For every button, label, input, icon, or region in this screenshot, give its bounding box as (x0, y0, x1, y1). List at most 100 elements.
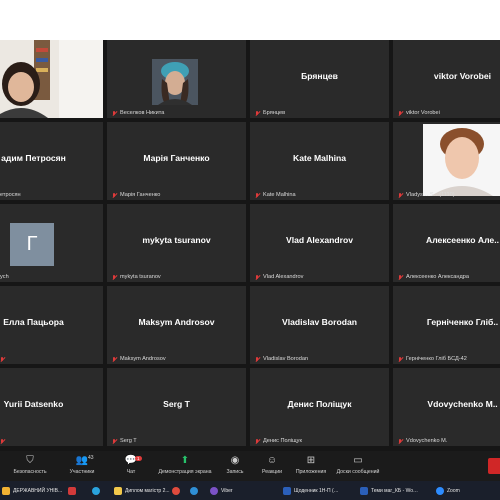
participant-name-label: Serg T (112, 438, 137, 444)
participant-name-label: Денис Поліщук (255, 438, 302, 444)
participants-label: Участники (69, 469, 95, 475)
participant-name-label: Герніченко Гліб БСД-42 (398, 356, 467, 362)
participant-tile[interactable]: Vdovychenko M.. Vdovychenko M. (393, 368, 500, 446)
mic-muted-icon (398, 274, 403, 280)
participant-tile[interactable]: Vlad Alexandrov Vlad Alexandrov (250, 204, 389, 282)
participant-tile[interactable] (0, 40, 103, 118)
participant-name-label: ych (0, 274, 9, 280)
taskbar-item[interactable] (190, 484, 201, 497)
taskbar-item[interactable]: Диплом магістр 2... (114, 484, 170, 497)
shield-icon: ⛉ (26, 455, 34, 466)
mic-muted-icon (255, 274, 260, 280)
participant-name-label: Vlad Alexandrov (255, 274, 303, 280)
participant-video (152, 59, 198, 105)
edge-icon (190, 486, 198, 495)
participant-tile[interactable]: Serg T Serg T (107, 368, 246, 446)
participant-avatar: Г (10, 223, 54, 266)
apps-label: Приложения (295, 469, 327, 475)
participant-display-name: Герніченко Гліб.. (426, 317, 499, 327)
taskbar-item-label: Viber (221, 487, 233, 494)
taskbar-item[interactable] (68, 484, 79, 497)
mic-muted-icon (398, 110, 403, 116)
participant-tile[interactable]: адим Петросян етросян (0, 122, 103, 200)
folder-icon (2, 486, 10, 495)
taskbar-item-label: Диплом магістр 2... (125, 487, 170, 494)
end-meeting-button[interactable] (488, 458, 500, 474)
participant-tile[interactable]: Maksym Androsov Maksym Androsov (107, 286, 246, 364)
mic-muted-icon (0, 439, 5, 444)
mic-muted-icon (255, 356, 260, 362)
mic-muted-icon (398, 192, 403, 198)
taskbar-item[interactable] (172, 484, 183, 497)
participant-name-label: Брянцев (255, 110, 285, 116)
participant-tile[interactable]: mykyta tsuranov mykyta tsuranov (107, 204, 246, 282)
participant-name-label: viktor Vorobei (398, 110, 440, 116)
participant-tile[interactable]: Kate Malhina Kate Malhina (250, 122, 389, 200)
participant-tile[interactable]: Герніченко Гліб.. Герніченко Гліб БСД-42 (393, 286, 500, 364)
zoom-window: Веселков Никита Брянцев Брянцев viktor V… (0, 0, 500, 500)
participant-name: mykyta tsuranov (120, 274, 161, 280)
participant-tile[interactable]: Алексеенко Але.. Алексеенко Александра (393, 204, 500, 282)
taskbar-item-label: Щоденник 1Н-П (… (294, 487, 339, 494)
taskbar-item[interactable]: ДЕРЖАВНИЙ УНІВ... (2, 484, 62, 497)
participant-name: Алексеенко Александра (406, 274, 469, 280)
app-icon (68, 486, 76, 495)
participant-name: Денис Поліщук (263, 438, 302, 444)
security-button[interactable]: ⛉ Безопасность (0, 455, 60, 475)
participant-tile[interactable]: Yurii Datsenko (0, 368, 103, 446)
meeting-controls-bar: ⛉ Безопасность 👥 43 Участники 💬 1 Чат ⬆ … (0, 451, 500, 481)
participant-tile[interactable]: viktor Vorobei viktor Vorobei (393, 40, 500, 118)
participant-name-label: Vladys… Ѕ…(1110) (398, 192, 455, 198)
mic-muted-icon (255, 110, 260, 116)
participant-display-name: Maksym Androsov (138, 317, 215, 327)
viber-icon (210, 486, 218, 495)
participant-display-name: Vladislav Borodan (282, 317, 357, 327)
share-screen-label: Демонстрация экрана (158, 469, 212, 475)
taskbar-item[interactable]: Щоденник 1Н-П (… (283, 484, 339, 497)
taskbar-item-label: ДЕРЖАВНИЙ УНІВ... (13, 487, 63, 494)
record-label: Запись (226, 469, 244, 475)
taskbar-item[interactable]: Zoom (436, 484, 460, 497)
chrome-icon (172, 486, 180, 495)
gallery-view: Веселков Никита Брянцев Брянцев viktor V… (0, 40, 500, 451)
participant-display-name: Vlad Alexandrov (285, 235, 354, 245)
participant-photo (0, 40, 103, 118)
participant-name: Vlad Alexandrov (263, 274, 304, 280)
chat-button[interactable]: 💬 1 Чат (101, 455, 161, 475)
participant-tile[interactable]: Марія Ганченко Марія Ганченко (107, 122, 246, 200)
taskbar-item[interactable]: Viber (210, 484, 233, 497)
participant-display-name: mykyta tsuranov (142, 235, 211, 245)
participant-name: етросян (0, 192, 21, 198)
participant-display-name: Алексеенко Але.. (426, 235, 499, 245)
participant-display-name: Брянцев (301, 71, 338, 81)
reactions-label: Реакции (261, 469, 283, 475)
participant-name-label (0, 357, 8, 362)
participant-display-name: адим Петросян (1, 153, 66, 163)
taskbar-item-label: Теми маг_КБ - Wo… (371, 487, 419, 494)
participant-name-label: Maksym Androsov (112, 356, 166, 362)
zoom-icon (436, 486, 444, 495)
participant-display-name: Марія Ганченко (143, 153, 210, 163)
participant-tile[interactable]: Денис Поліщук Денис Поліщук (250, 368, 389, 446)
taskbar-item[interactable] (92, 484, 103, 497)
participant-name: ych (0, 274, 9, 280)
mic-muted-icon (255, 192, 260, 198)
word-icon (360, 486, 368, 495)
participant-tile[interactable]: Г ych (0, 204, 103, 282)
participant-name: Герніченко Гліб БСД-42 (406, 356, 467, 362)
participant-tile[interactable]: Vladislav Borodan Vladislav Borodan (250, 286, 389, 364)
participant-display-name: Yurii Datsenko (3, 399, 64, 409)
participant-tile[interactable]: Веселков Никита (107, 40, 246, 118)
taskbar-item-label: Zoom (447, 487, 460, 494)
taskbar-item[interactable]: Теми маг_КБ - Wo… (360, 484, 418, 497)
participant-tile[interactable]: Брянцев Брянцев (250, 40, 389, 118)
security-label: Безопасность (13, 469, 47, 475)
participant-tile[interactable]: Елла Пацьора (0, 286, 103, 364)
mic-muted-icon (112, 110, 117, 116)
whiteboard-button[interactable]: ▭ Доски сообщений (328, 455, 388, 475)
participant-name-label: Марія Ганченко (112, 192, 160, 198)
participant-tile[interactable]: Vladys… Ѕ…(1110) (393, 122, 500, 200)
participant-display-name: Serg T (163, 399, 190, 409)
windows-taskbar: ДЕРЖАВНИЙ УНІВ... Диплом магістр 2... Vi… (0, 481, 500, 500)
participant-name: Марія Ганченко (120, 192, 161, 198)
